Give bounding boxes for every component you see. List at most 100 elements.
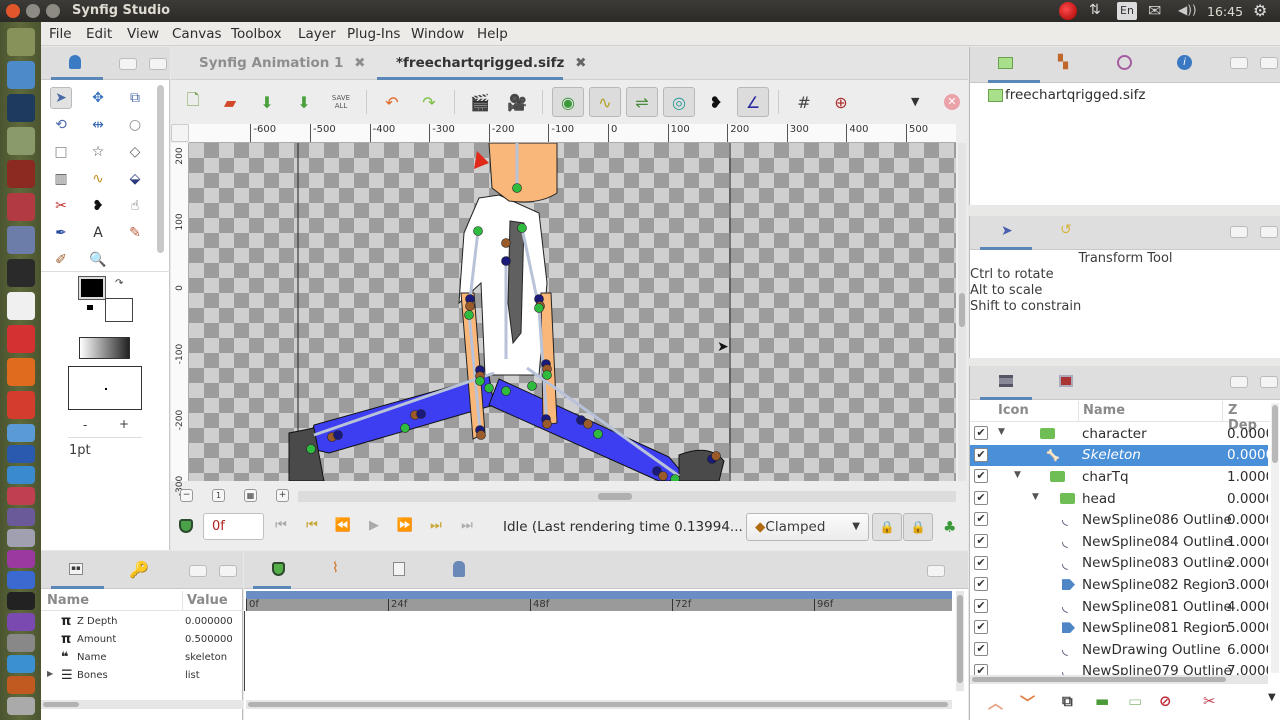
- circle-tool-icon[interactable]: ○: [124, 114, 146, 136]
- launcher-kite-icon[interactable]: [7, 226, 35, 254]
- next-keyframe-button[interactable]: ⏭: [426, 518, 446, 536]
- star-tool-icon[interactable]: ☆: [87, 141, 109, 163]
- volume-icon[interactable]: ◀)): [1178, 3, 1197, 17]
- undo-button[interactable]: ↶: [376, 87, 408, 117]
- close-canvas-icon[interactable]: ✕: [944, 94, 960, 110]
- snap-to-guides-button[interactable]: ⊕: [825, 87, 857, 117]
- dock-handle[interactable]: [189, 565, 207, 577]
- save-as-button[interactable]: ⬇: [288, 87, 320, 117]
- horizontal-scrollbar[interactable]: [298, 491, 956, 502]
- keyframes-tab-icon[interactable]: [393, 562, 405, 576]
- swap-colors-icon[interactable]: ↷: [115, 278, 123, 289]
- dock-handle[interactable]: [1260, 57, 1278, 69]
- dock-handle[interactable]: [149, 58, 167, 70]
- scroll-thumb[interactable]: [248, 702, 948, 707]
- canvas-browser-tab-icon[interactable]: [998, 57, 1013, 69]
- rotate-tool-icon[interactable]: ⟲: [50, 114, 72, 136]
- launcher-misc-7-icon[interactable]: [7, 571, 35, 589]
- keyboard-icon[interactable]: En: [1117, 2, 1137, 20]
- cutout-tool-icon[interactable]: ✂: [50, 195, 72, 217]
- fill-tool-icon[interactable]: ⬙: [124, 168, 146, 190]
- column-icon[interactable]: Icon: [998, 403, 1029, 418]
- bone-handle[interactable]: [658, 471, 668, 481]
- transform-tool-icon[interactable]: ➤: [50, 87, 72, 109]
- prev-keyframe-button[interactable]: ⏮: [302, 518, 322, 536]
- eyedropper-tool-icon[interactable]: ✒: [50, 222, 72, 244]
- expand-triangle-icon[interactable]: ▼: [1014, 470, 1021, 480]
- layer-row[interactable]: ✔ 🦴 Skeleton 0.0000: [970, 444, 1268, 467]
- library-tab-icon[interactable]: [453, 561, 465, 577]
- bone-handle[interactable]: [542, 370, 552, 380]
- launcher-supertuxkart-icon[interactable]: [7, 160, 35, 188]
- bone-handle[interactable]: [306, 444, 316, 454]
- layer-visibility-checkbox[interactable]: ✔: [974, 512, 988, 527]
- gradient-swatch[interactable]: [79, 337, 130, 359]
- bone-handle[interactable]: [501, 256, 511, 266]
- layer-row[interactable]: ✔ ◟ NewSpline083 Outline2.0000: [970, 553, 1268, 575]
- launcher-misc-11-icon[interactable]: [7, 655, 35, 673]
- horizontal-ruler[interactable]: -600 -500 -400 -300 -200 -100 0 100 200 300 400 500: [189, 124, 956, 143]
- fill-color-swatch[interactable]: [105, 298, 133, 322]
- clock[interactable]: 16:45: [1207, 4, 1243, 19]
- bone-handle[interactable]: [711, 451, 721, 461]
- save-button[interactable]: ⬇: [251, 87, 283, 117]
- spline-tool-icon[interactable]: ∿: [87, 168, 109, 190]
- param-row[interactable]: π Z Depth 0.000000: [41, 612, 243, 630]
- layer-row[interactable]: ✔ ◟ NewSpline084 Outline1.0000: [970, 531, 1268, 553]
- layer-row[interactable]: ✔ ▼ charTq 1.0000: [970, 466, 1268, 488]
- launcher-trash-icon[interactable]: [7, 697, 35, 715]
- dock-handle[interactable]: [1230, 226, 1248, 238]
- dock-handle[interactable]: [927, 565, 945, 577]
- column-name[interactable]: Name: [1083, 403, 1125, 418]
- time-cursor[interactable]: [244, 611, 245, 691]
- scroll-thumb[interactable]: [957, 595, 963, 683]
- minimize-window-button[interactable]: [26, 4, 40, 18]
- layer-name[interactable]: NewSpline079 Outline: [1082, 663, 1232, 675]
- bone-handle[interactable]: [475, 376, 485, 386]
- outline-color-swatch[interactable]: [78, 276, 106, 300]
- layer-visibility-checkbox[interactable]: ✔: [974, 555, 988, 570]
- layer-visibility-checkbox[interactable]: ✔: [974, 426, 988, 440]
- layer-row[interactable]: ✔ ◟ NewSpline079 Outline7.0000: [970, 661, 1268, 675]
- vertical-ruler[interactable]: 200 100 0 -100 -200 -300: [171, 143, 189, 496]
- dock-handle[interactable]: [1260, 376, 1278, 388]
- param-row[interactable]: π Amount 0.500000: [41, 630, 243, 648]
- show-tangent-handles-button[interactable]: ∿: [589, 87, 621, 117]
- launcher-files-icon[interactable]: [7, 193, 35, 221]
- bone-handle[interactable]: [465, 301, 475, 311]
- param-value[interactable]: 0.000000: [185, 616, 233, 627]
- next-frame-button[interactable]: ⏩: [395, 518, 415, 536]
- history-tab-icon[interactable]: ↺: [1060, 222, 1072, 238]
- layers-hscrollbar[interactable]: [970, 675, 1268, 684]
- bone-handle[interactable]: [501, 386, 511, 396]
- bone-handle[interactable]: [416, 409, 426, 419]
- menu-layer[interactable]: Layer: [298, 26, 336, 42]
- layer-name[interactable]: NewSpline084 Outline: [1082, 534, 1232, 550]
- increase-width-button[interactable]: +: [119, 417, 129, 431]
- param-value[interactable]: 0.500000: [185, 634, 233, 645]
- bone-handle[interactable]: [517, 223, 527, 233]
- launcher-chrome-icon[interactable]: [7, 391, 35, 419]
- scroll-thumb[interactable]: [972, 677, 1226, 682]
- timetrack-hscrollbar[interactable]: [246, 700, 952, 709]
- launcher-misc-6-icon[interactable]: [7, 550, 35, 568]
- param-row[interactable]: ❝ Name skeleton: [41, 648, 243, 666]
- layer-name[interactable]: NewSpline086 Outline: [1082, 512, 1232, 528]
- bone-handle[interactable]: [670, 474, 680, 482]
- toggle-onion-skin-figure-icon[interactable]: ♣: [943, 518, 956, 536]
- bone-handle[interactable]: [534, 303, 544, 313]
- menu-edit[interactable]: Edit: [86, 26, 112, 42]
- polygon-tool-icon[interactable]: ◇: [124, 141, 146, 163]
- close-tab-icon[interactable]: ✖: [354, 55, 365, 71]
- bone-handle[interactable]: [400, 423, 410, 433]
- launcher-vivaldi-icon[interactable]: [7, 325, 35, 353]
- record-icon[interactable]: [1059, 2, 1077, 20]
- show-position-handles-button[interactable]: ◉: [552, 87, 584, 117]
- close-tab-icon[interactable]: ✖: [575, 55, 586, 71]
- layer-row[interactable]: ✔ ◟ NewSpline081 Outline4.0000: [970, 596, 1268, 618]
- bone-handle[interactable]: [542, 419, 552, 429]
- bone-handle[interactable]: [501, 238, 511, 248]
- layer-visibility-checkbox[interactable]: ✔: [974, 490, 988, 505]
- bone-handle[interactable]: [583, 419, 593, 429]
- open-file-button[interactable]: ▰: [214, 87, 246, 117]
